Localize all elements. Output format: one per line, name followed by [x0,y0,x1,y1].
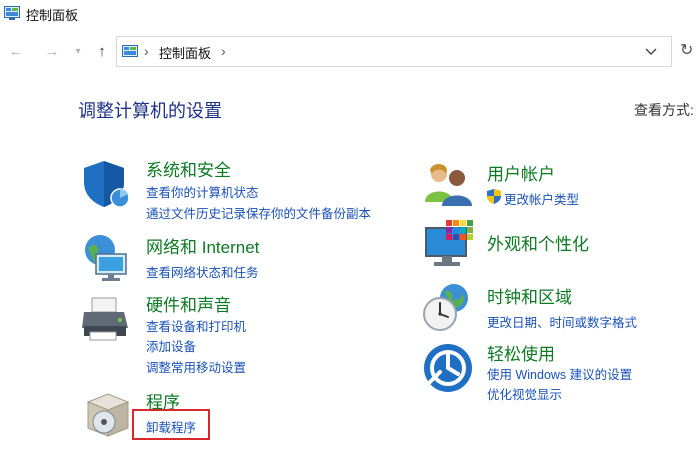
link-windows-recommended-settings[interactable]: 使用 Windows 建议的设置 [487,364,632,383]
control-panel-icon [4,6,20,20]
category-hardware-sound[interactable]: 硬件和声音 [146,291,231,316]
control-panel-icon [122,45,138,57]
arrow-right-icon[interactable]: → [42,40,62,64]
program-disc-icon[interactable] [82,388,134,440]
view-by-label: 查看方式: [634,102,694,118]
arrow-left-icon[interactable]: ← [6,40,26,64]
link-uninstall-program[interactable]: 卸载程序 [146,417,196,436]
category-clock-region[interactable]: 时钟和区域 [487,283,572,308]
refresh-icon[interactable]: ↻ [680,38,700,64]
shield-icon[interactable] [80,158,132,210]
monitor-colors-icon[interactable] [422,218,474,270]
link-optimize-visual-display[interactable]: 优化视觉显示 [487,384,562,403]
chevron-down-icon[interactable] [645,47,657,57]
category-appearance-personalization[interactable]: 外观和个性化 [487,230,589,255]
window-title: 控制面板 [26,8,79,23]
network-globe-icon[interactable] [80,232,132,284]
link-view-computer-status[interactable]: 查看你的计算机状态 [146,182,259,201]
link-change-date-time-format[interactable]: 更改日期、时间或数字格式 [487,312,637,331]
uac-shield-icon [487,189,501,204]
link-add-device[interactable]: 添加设备 [146,336,196,355]
category-user-accounts[interactable]: 用户帐户 [487,160,555,185]
arrow-up-icon[interactable]: ↑ [92,40,112,64]
link-mobility-settings[interactable]: 调整常用移动设置 [146,357,246,376]
recent-locations-chevron-icon[interactable]: ▾ [68,40,88,64]
breadcrumb-control-panel[interactable]: 控制面板 [159,43,211,62]
category-system-security[interactable]: 系统和安全 [146,156,231,181]
address-bar[interactable]: › 控制面板 › [116,36,672,67]
category-ease-of-access[interactable]: 轻松使用 [487,340,555,365]
page-title: 调整计算机的设置 [78,101,222,121]
users-icon[interactable] [422,158,474,210]
title-bar: 控制面板 [0,0,700,28]
ease-of-access-icon[interactable] [422,342,474,394]
link-file-history-backup[interactable]: 通过文件历史记录保存你的文件备份副本 [146,203,371,222]
printer-icon[interactable] [80,294,132,346]
link-view-network-status[interactable]: 查看网络状态和任务 [146,262,259,281]
category-network-internet[interactable]: 网络和 Internet [146,233,259,258]
link-change-account-type[interactable]: 更改帐户类型 [504,189,579,208]
link-devices-printers[interactable]: 查看设备和打印机 [146,316,246,335]
clock-globe-icon[interactable] [422,282,474,334]
breadcrumb-separator-icon[interactable]: › [221,41,226,61]
breadcrumb-separator-icon[interactable]: › [144,41,149,61]
